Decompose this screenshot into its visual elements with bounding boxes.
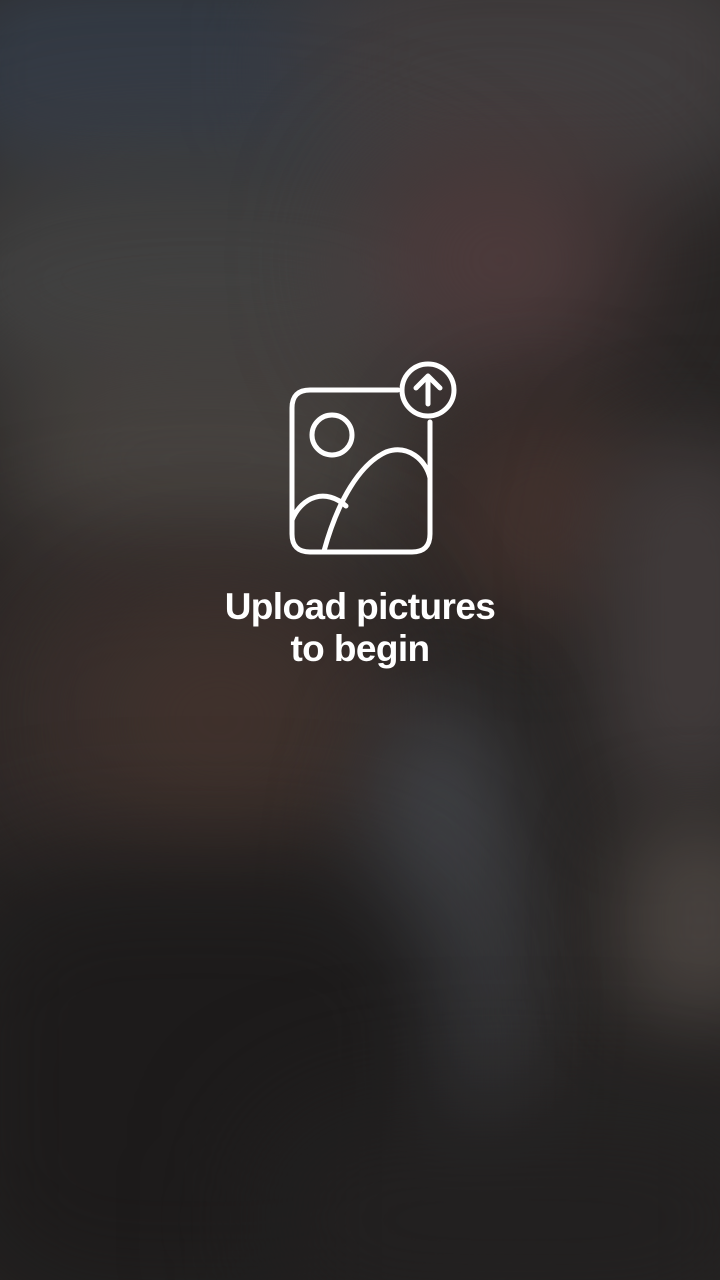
upload-prompt[interactable]: Upload pictures to begin bbox=[0, 360, 720, 680]
image-upload-icon[interactable] bbox=[288, 360, 460, 556]
upload-instructions-line1: Upload pictures bbox=[224, 586, 496, 627]
upload-screen: Upload pictures to begin bbox=[0, 0, 720, 1280]
upload-instructions-line2: to begin bbox=[290, 628, 430, 669]
upload-instructions: Upload pictures to begin bbox=[110, 586, 610, 670]
